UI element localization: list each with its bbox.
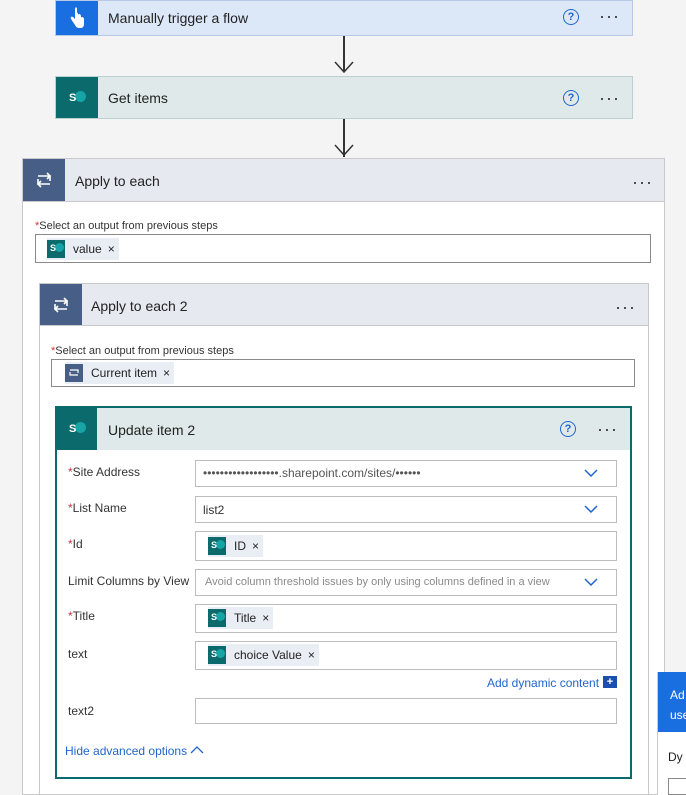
sharepoint-icon: S [208,537,226,555]
dynamic-heading: Dy [668,750,683,764]
output-label: *Select an output from previous steps [51,345,234,357]
add-dynamic-content-link[interactable]: Add dynamic content [487,676,599,690]
dynamic-content-panel: Ad use Dy [657,672,686,795]
list-name-label: *List Name [68,501,127,515]
add-dynamic-content-icon[interactable]: + [603,676,617,688]
sharepoint-icon: S [56,77,98,118]
more-options-icon[interactable]: ··· [632,173,653,191]
current-item-token[interactable]: Current item × [65,362,175,384]
sharepoint-icon: S [57,408,97,450]
remove-token-icon[interactable]: × [108,242,115,256]
remove-token-icon[interactable]: × [262,611,269,625]
text2-label: text2 [68,704,95,718]
apply-to-each-header[interactable]: Apply to each ··· [22,158,665,202]
limit-columns-label: Limit Columns by View [68,574,190,588]
value-token[interactable]: S value × [47,238,119,260]
title-label: *Title [68,609,95,623]
trigger-card[interactable]: Manually trigger a flow ? ··· [55,0,633,36]
banner-text-2: use [670,708,686,722]
limit-columns-placeholder: Avoid column threshold issues by only us… [205,576,550,588]
more-options-icon[interactable]: ··· [599,89,620,107]
loop-icon [65,364,83,382]
id-token[interactable]: S ID × [208,535,264,557]
arrow-down-icon [334,144,354,157]
apply-to-each-title: Apply to each [75,173,160,189]
update-item-header[interactable]: S Update item 2 ? ··· [57,408,630,450]
help-icon[interactable]: ? [563,90,579,106]
banner-text-1: Ad [670,688,685,702]
touch-trigger-icon [56,1,98,35]
sharepoint-icon: S [47,240,65,258]
chevron-down-icon[interactable] [584,505,598,513]
hide-advanced-options-link[interactable]: Hide advanced options [65,744,187,758]
dynamic-content-banner: Ad use [658,672,686,732]
remove-token-icon[interactable]: × [163,366,170,380]
update-item-title: Update item 2 [108,422,196,438]
panel-input[interactable] [668,778,686,795]
remove-token-icon[interactable]: × [308,648,315,662]
loop-icon [40,284,82,325]
loop-icon [23,159,65,201]
site-address-label: *Site Address [68,465,141,479]
apply-to-each-2-header[interactable]: Apply to each 2 ··· [39,283,649,326]
apply-to-each-2-title: Apply to each 2 [91,298,188,314]
text-label: text [68,647,88,661]
more-options-icon[interactable]: ··· [599,7,620,25]
sharepoint-icon: S [208,646,226,664]
more-options-icon[interactable]: ··· [597,420,618,438]
get-items-card[interactable]: S Get items ? ··· [55,76,633,119]
site-address-value: ••••••••••••••••••.sharepoint.com/sites/… [203,466,421,480]
id-label: *Id [68,537,83,551]
choice-value-token[interactable]: S choice Value × [208,644,319,666]
remove-token-icon[interactable]: × [252,539,259,553]
arrow-down-icon [334,61,354,74]
chevron-up-icon[interactable] [190,746,204,754]
help-icon[interactable]: ? [560,421,576,437]
chevron-down-icon[interactable] [584,578,598,586]
title-token[interactable]: S Title × [208,607,274,629]
chevron-down-icon[interactable] [584,469,598,477]
help-icon[interactable]: ? [563,9,579,25]
list-name-dropdown[interactable] [195,496,617,523]
list-name-value: list2 [203,503,225,517]
get-items-title: Get items [108,89,168,106]
output-label: *Select an output from previous steps [35,220,218,232]
trigger-title: Manually trigger a flow [108,10,249,26]
text2-input[interactable] [195,698,617,724]
more-options-icon[interactable]: ··· [615,298,636,316]
output-input[interactable] [35,234,651,263]
sharepoint-icon: S [208,609,226,627]
